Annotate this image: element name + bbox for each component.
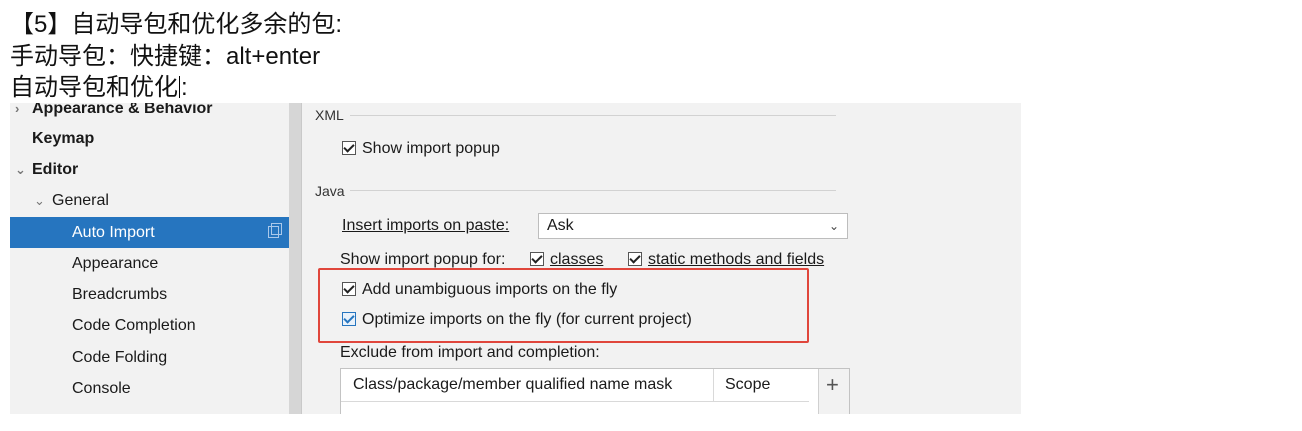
select-value: Ask [547, 217, 574, 234]
checkbox-label: Show import popup [362, 140, 500, 157]
exclude-table[interactable]: Class/package/member qualified name mask… [340, 368, 850, 414]
note-auto-import: 自动导包和优化: [10, 74, 188, 102]
column-separator [713, 369, 714, 401]
annotation-highlight-box [318, 268, 809, 343]
tree-item-appearance[interactable]: Appearance [10, 248, 289, 279]
static-methods-checkbox[interactable]: static methods and fields [628, 251, 824, 269]
insert-imports-label: Insert imports on paste: [342, 217, 509, 235]
tree-item-label: Keymap [32, 130, 95, 147]
note-auto-import-colon: : [181, 74, 188, 101]
show-popup-for-label: Show import popup for: [340, 251, 506, 268]
tree-item-label: Appearance [72, 255, 159, 272]
settings-dialog: › Appearance & Behavior Keymap ⌄ Editor … [10, 103, 1021, 414]
header-separator [341, 401, 809, 402]
classes-checkbox[interactable]: classes [530, 251, 603, 269]
tree-item-label: Breadcrumbs [72, 286, 168, 303]
chevron-right-icon[interactable]: › [15, 103, 19, 124]
tree-item-general[interactable]: ⌄ General [10, 185, 289, 216]
section-separator [350, 190, 836, 191]
tree-item-label: General [52, 192, 109, 209]
section-java-label: Java [315, 183, 345, 199]
exclude-label: Exclude from import and completion: [340, 344, 600, 361]
tree-item-keymap[interactable]: Keymap [10, 123, 289, 154]
table-toolbar: + [818, 369, 849, 414]
checkbox-checked-icon[interactable] [628, 252, 642, 266]
tree-item-label: Editor [32, 161, 79, 178]
chevron-down-icon[interactable]: ⌄ [829, 214, 839, 238]
note-heading: 【5】自动导包和优化多余的包: [10, 11, 343, 38]
tree-item-label: Auto Import [72, 224, 155, 241]
tree-item-code-folding[interactable]: Code Folding [10, 342, 289, 373]
auto-import-panel: XML Show import popup Java Insert import… [302, 103, 1021, 414]
sidebar-scrollbar[interactable] [289, 103, 301, 414]
tree-item-code-completion[interactable]: Code Completion [10, 310, 289, 341]
tree-item-appearance-behavior[interactable]: › Appearance & Behavior [10, 103, 289, 124]
tree-item-label: Code Completion [72, 317, 196, 334]
chevron-down-icon[interactable]: ⌄ [15, 154, 26, 185]
tree-item-breadcrumbs[interactable]: Breadcrumbs [10, 279, 289, 310]
section-xml-label: XML [315, 107, 344, 123]
tree-item-editor[interactable]: ⌄ Editor [10, 154, 289, 185]
column-header-mask[interactable]: Class/package/member qualified name mask [353, 369, 672, 401]
checkbox-label: classes [550, 251, 604, 268]
checkbox-label: static methods and fields [648, 251, 825, 268]
xml-show-import-popup-checkbox[interactable]: Show import popup [342, 140, 500, 158]
tree-item-auto-import[interactable]: Auto Import [10, 217, 289, 248]
mnemonic-label: Insert imports on paste: [342, 217, 510, 234]
chevron-down-icon[interactable]: ⌄ [34, 185, 45, 216]
settings-sidebar: › Appearance & Behavior Keymap ⌄ Editor … [10, 103, 301, 414]
section-separator [350, 115, 836, 116]
copy-settings-icon[interactable] [268, 223, 282, 238]
tree-item-label: Code Folding [72, 349, 168, 366]
note-manual-import: 手动导包：快捷键：alt+enter [10, 43, 321, 70]
text-caret [179, 76, 180, 98]
add-icon[interactable]: + [826, 374, 839, 396]
tree-item-console[interactable]: Console [10, 373, 289, 404]
checkbox-checked-icon[interactable] [342, 141, 356, 155]
note-auto-import-text: 自动导包和优化 [10, 74, 178, 101]
column-header-scope[interactable]: Scope [725, 369, 770, 401]
tree-item-label: Console [72, 380, 131, 397]
tree-item-label: Appearance & Behavior [32, 103, 213, 117]
checkbox-checked-icon[interactable] [530, 252, 544, 266]
insert-imports-select[interactable]: Ask ⌄ [538, 213, 848, 239]
